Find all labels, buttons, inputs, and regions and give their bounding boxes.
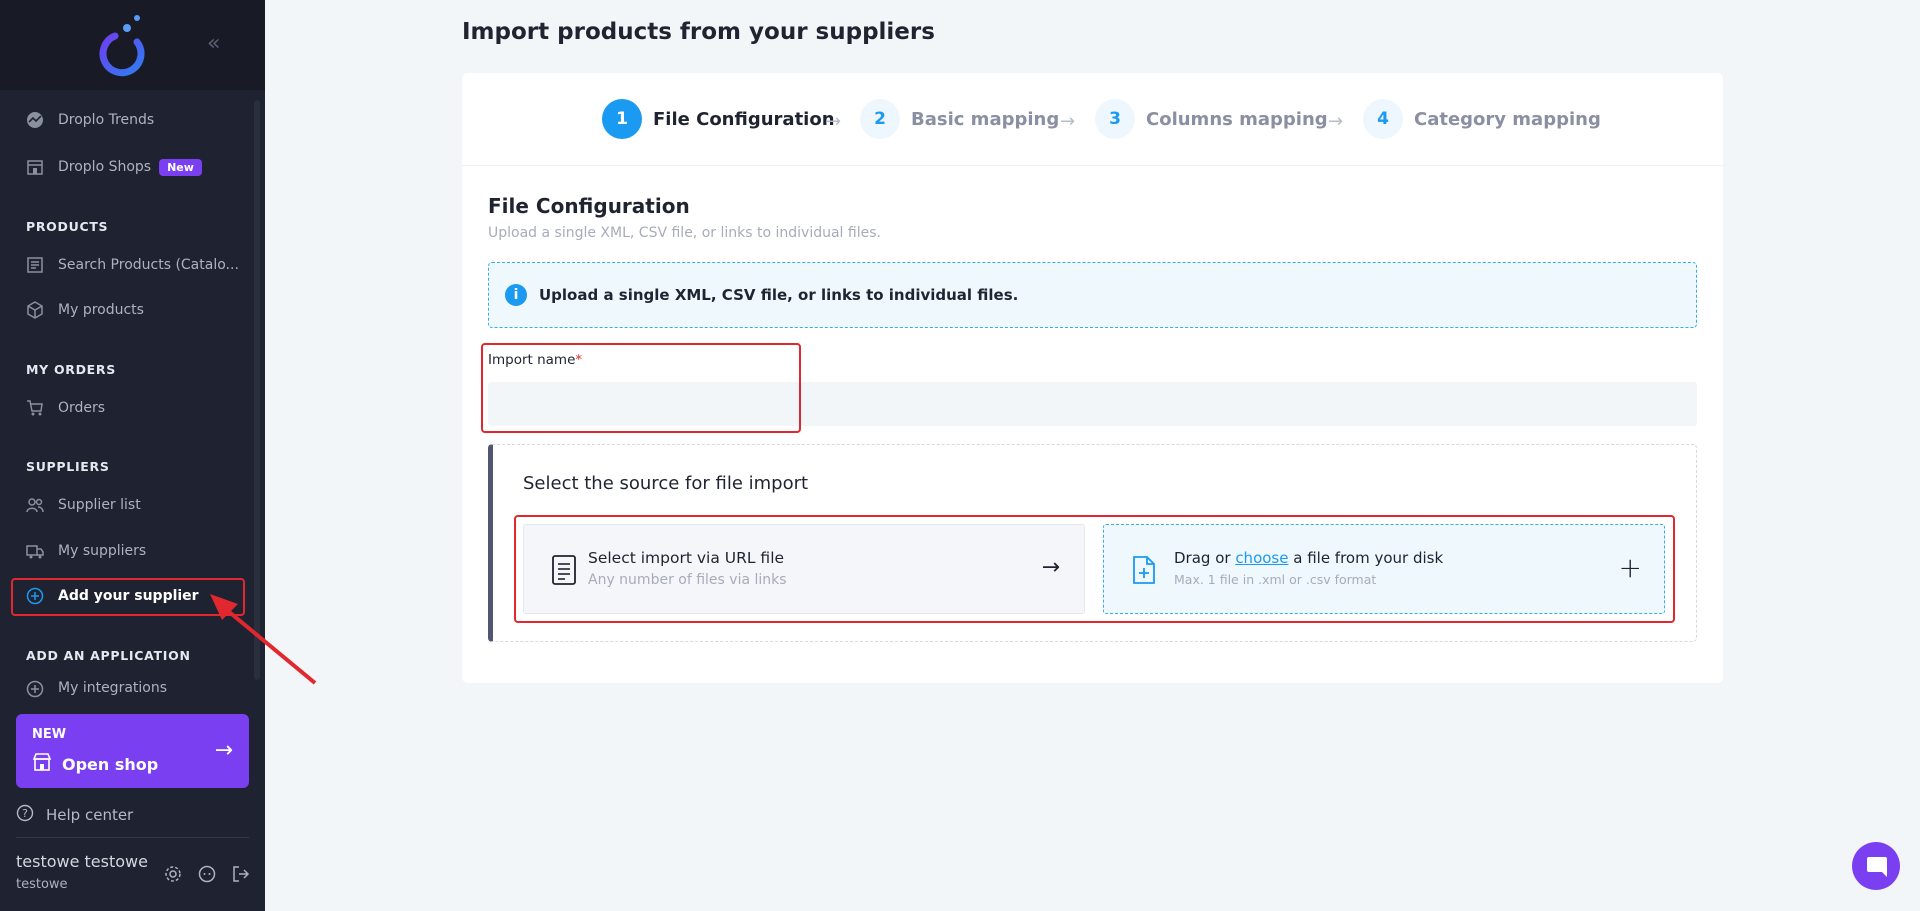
highlight-box-import-name [481,343,801,433]
chat-icon [1867,857,1887,877]
user-actions [163,864,251,884]
shop-icon [26,158,44,176]
arrow-right-icon: → [1328,111,1344,132]
sidebar-item-label: Supplier list [58,497,141,513]
double-chevron-left-icon[interactable]: « [207,32,231,56]
promo-title: Open shop [32,752,158,776]
annotation-arrow [210,594,317,685]
sidebar-item-label: My products [58,302,144,318]
chat-launcher-button[interactable] [1852,842,1900,890]
step-label: File Configuration [653,108,835,130]
step-number: 1 [602,99,642,139]
step-label: Category mapping [1414,108,1601,130]
gear-icon[interactable] [163,864,183,884]
step-number: 4 [1363,99,1403,139]
sidebar-item-label: Droplo Shops [58,159,152,175]
step-label: Columns mapping [1146,108,1328,130]
step-number: 3 [1095,99,1135,139]
user-subtitle: testowe [16,877,68,892]
highlight-box-source-options [514,515,1675,623]
section-title: File Configuration [488,194,690,218]
sidebar-divider [16,837,249,838]
sidebar-item-my-products[interactable]: My products [26,296,144,324]
store-icon [32,752,52,776]
arrow-right-icon: → [214,738,233,763]
sidebar: « Droplo Trends Droplo Shops New PRODUCT… [0,0,265,911]
promo-tag: NEW [32,727,67,742]
info-icon: i [505,284,527,306]
section-heading-add-application: ADD AN APPLICATION [26,648,191,663]
step-basic-mapping[interactable]: 2 Basic mapping [860,99,1059,139]
truck-icon [26,542,44,560]
step-label: Basic mapping [911,108,1060,130]
sidebar-item-label: Search Products (Catalo... [58,257,239,273]
catalog-icon [26,256,44,274]
sidebar-item-droplo-shops[interactable]: Droplo Shops New [26,153,202,181]
sidebar-item-supplier-list[interactable]: Supplier list [26,491,141,519]
cart-icon [26,399,44,417]
promo-title-text: Open shop [62,754,159,774]
sidebar-item-label: Orders [58,400,106,416]
chat-bubble-icon[interactable] [197,864,217,884]
section-heading-products: PRODUCTS [26,219,109,234]
sidebar-item-label: My integrations [58,680,168,696]
new-badge: New [159,158,202,176]
step-number: 2 [860,99,900,139]
step-file-configuration[interactable]: 1 File Configuration [602,99,835,139]
logout-icon[interactable] [231,864,251,884]
sidebar-item-droplo-trends[interactable]: Droplo Trends [26,106,154,134]
sidebar-item-label: Droplo Trends [58,112,155,128]
plus-circle-icon [26,680,44,698]
help-center-label: Help center [46,806,134,824]
droplo-logo[interactable] [97,12,149,78]
sidebar-item-search-products[interactable]: Search Products (Catalo... [26,251,239,279]
sidebar-item-my-integrations[interactable]: My integrations [26,680,167,698]
help-circle-icon: ? [16,804,34,826]
source-title: Select the source for file import [523,473,809,494]
info-text: Upload a single XML, CSV file, or links … [539,286,1019,304]
sidebar-item-orders[interactable]: Orders [26,394,105,422]
import-card: 1 File Configuration → 2 Basic mapping →… [462,73,1723,683]
step-columns-mapping[interactable]: 3 Columns mapping [1095,99,1328,139]
step-category-mapping[interactable]: 4 Category mapping [1363,99,1601,139]
box-icon [26,301,44,319]
user-name: testowe testowe [16,852,148,871]
help-center-link[interactable]: ? Help center [16,804,133,826]
section-subtitle: Upload a single XML, CSV file, or links … [488,225,881,241]
users-icon [26,496,44,514]
sidebar-item-my-suppliers[interactable]: My suppliers [26,537,146,565]
stepper: 1 File Configuration → 2 Basic mapping →… [462,73,1723,166]
section-heading-my-orders: MY ORDERS [26,362,116,377]
info-banner: i Upload a single XML, CSV file, or link… [488,262,1697,328]
page-title: Import products from your suppliers [462,19,935,45]
arrow-right-icon: → [1060,111,1076,132]
source-selection: Select the source for file import Select… [488,444,1697,642]
open-shop-promo[interactable]: NEW Open shop → [16,714,249,788]
arrow-right-icon: → [826,111,842,132]
section-heading-suppliers: SUPPLIERS [26,459,110,474]
sidebar-header: « [0,0,265,90]
svg-text:?: ? [22,807,28,820]
trends-icon [26,111,44,129]
sidebar-item-label: My suppliers [58,543,147,559]
